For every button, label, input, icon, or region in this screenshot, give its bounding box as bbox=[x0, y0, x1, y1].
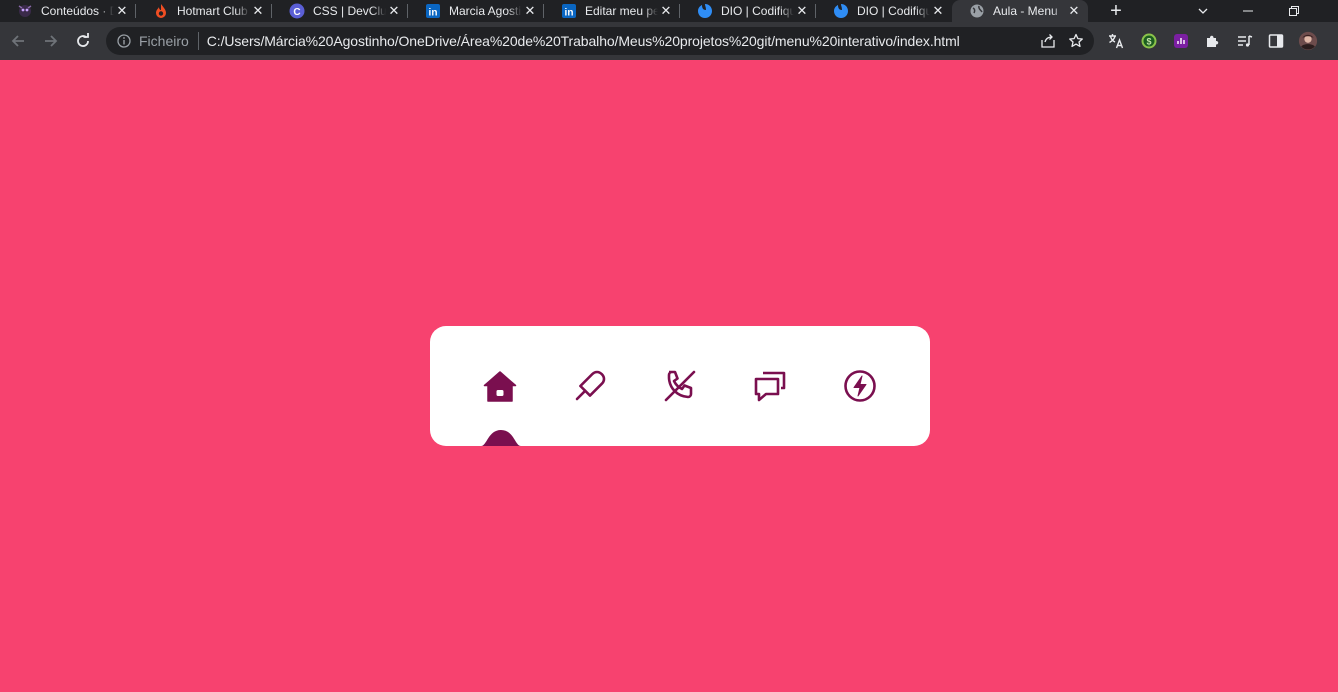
close-tab-icon[interactable]: ✕ bbox=[1066, 3, 1082, 19]
tab-title: DIO | Codifique bbox=[857, 4, 930, 18]
interactive-menu bbox=[430, 326, 930, 446]
tab-devclub[interactable]: C CSS | DevClub ✕ bbox=[272, 0, 408, 22]
address-bar[interactable]: Ficheiro C:/Users/Márcia%20Agostinho/One… bbox=[106, 27, 1094, 55]
arrow-right-icon bbox=[45, 35, 58, 47]
tab-aula-menu[interactable]: Aula - Menu ✕ bbox=[952, 0, 1088, 22]
tab-title: Hotmart Club bbox=[177, 4, 248, 18]
home-icon bbox=[483, 371, 517, 402]
close-tab-icon[interactable]: ✕ bbox=[386, 3, 402, 19]
star-icon bbox=[1069, 33, 1083, 48]
tab-title: Editar meu perfil bbox=[585, 4, 658, 18]
side-panel-button[interactable] bbox=[1266, 31, 1286, 51]
active-indicator bbox=[481, 430, 521, 446]
close-tab-icon[interactable]: ✕ bbox=[930, 3, 946, 19]
svg-text:$: $ bbox=[1146, 37, 1151, 47]
playlist-music-icon bbox=[1238, 35, 1253, 47]
globe-icon bbox=[969, 3, 985, 19]
back-button[interactable] bbox=[6, 29, 30, 53]
menu-item-energy[interactable] bbox=[840, 366, 880, 406]
tab-linkedin-profile[interactable]: in Marcia Agostinho ✕ bbox=[408, 0, 544, 22]
svg-text:C: C bbox=[293, 7, 300, 18]
dollar-coin-icon: $ bbox=[1141, 33, 1157, 49]
tab-search-button[interactable] bbox=[1180, 0, 1226, 22]
popsicle-icon bbox=[575, 370, 606, 401]
info-icon[interactable] bbox=[116, 33, 132, 49]
tab-title: DIO | Codifique bbox=[721, 4, 794, 18]
tab-linkedin-edit[interactable]: in Editar meu perfil ✕ bbox=[544, 0, 680, 22]
side-panel-icon bbox=[1268, 34, 1284, 48]
reload-button[interactable] bbox=[71, 29, 95, 53]
url-text[interactable]: C:/Users/Márcia%20Agostinho/OneDrive/Áre… bbox=[207, 33, 1034, 49]
new-tab-button[interactable]: + bbox=[1104, 0, 1128, 22]
menu-item-phone[interactable] bbox=[660, 366, 700, 406]
phone-off-icon bbox=[664, 370, 696, 402]
bolt-circle-icon bbox=[844, 370, 876, 402]
stats-extension-button[interactable] bbox=[1171, 31, 1191, 51]
tab-title: Aula - Menu bbox=[993, 4, 1058, 18]
close-tab-icon[interactable]: ✕ bbox=[250, 3, 266, 19]
extensions-button[interactable] bbox=[1203, 31, 1223, 51]
tab-title: CSS | DevClub bbox=[313, 4, 386, 18]
dio-drop-icon bbox=[697, 3, 713, 19]
share-button[interactable] bbox=[1034, 29, 1062, 53]
restore-button[interactable] bbox=[1271, 0, 1317, 22]
menu-item-chat[interactable] bbox=[750, 366, 790, 406]
omnibox-divider bbox=[197, 32, 199, 50]
linkedin-icon: in bbox=[425, 3, 441, 19]
share-icon bbox=[1041, 34, 1055, 48]
hotmart-flame-icon bbox=[153, 3, 169, 19]
avatar bbox=[1298, 31, 1318, 51]
minimize-button[interactable] bbox=[1225, 0, 1271, 22]
tab-strip: Conteúdos · DIO ✕ Hotmart Club ✕ C CSS |… bbox=[0, 0, 1338, 22]
dio-drop-icon bbox=[833, 3, 849, 19]
chat-bubbles-icon bbox=[754, 371, 786, 402]
tab-hotmart[interactable]: Hotmart Club ✕ bbox=[136, 0, 272, 22]
svg-text:in: in bbox=[565, 8, 574, 19]
reload-icon bbox=[77, 33, 89, 47]
translate-extension-button[interactable] bbox=[1106, 31, 1126, 51]
menu-item-home[interactable] bbox=[480, 366, 520, 406]
close-tab-icon[interactable]: ✕ bbox=[114, 3, 130, 19]
close-tab-icon[interactable]: ✕ bbox=[658, 3, 674, 19]
puzzle-icon bbox=[1207, 35, 1219, 47]
svg-text:in: in bbox=[429, 8, 438, 19]
arrow-left-icon bbox=[11, 35, 24, 47]
tab-title: Conteúdos · DIO bbox=[41, 4, 114, 18]
profile-button[interactable] bbox=[1298, 31, 1318, 51]
scheme-label: Ficheiro bbox=[139, 33, 189, 49]
menu-list bbox=[430, 326, 930, 446]
tab-dio-1[interactable]: DIO | Codifique ✕ bbox=[680, 0, 816, 22]
dio-skull-icon bbox=[17, 3, 33, 19]
minimize-icon bbox=[1243, 10, 1253, 12]
restore-icon bbox=[1289, 6, 1299, 16]
media-controls-button[interactable] bbox=[1235, 31, 1255, 51]
close-tab-icon[interactable]: ✕ bbox=[522, 3, 538, 19]
tab-dio-2[interactable]: DIO | Codifique ✕ bbox=[816, 0, 952, 22]
bookmark-button[interactable] bbox=[1062, 29, 1090, 53]
forward-button[interactable] bbox=[39, 29, 63, 53]
menu-item-popsicle[interactable] bbox=[570, 366, 610, 406]
browser-toolbar: Ficheiro C:/Users/Márcia%20Agostinho/One… bbox=[0, 22, 1338, 60]
bar-stats-icon bbox=[1174, 34, 1188, 48]
translate-icon bbox=[1109, 34, 1124, 49]
chevron-down-icon bbox=[1198, 8, 1208, 14]
tab-conteudos[interactable]: Conteúdos · DIO ✕ bbox=[0, 0, 136, 22]
money-extension-button[interactable]: $ bbox=[1139, 31, 1159, 51]
linkedin-icon: in bbox=[561, 3, 577, 19]
devclub-c-icon: C bbox=[289, 3, 305, 19]
tab-title: Marcia Agostinho bbox=[449, 4, 522, 18]
close-tab-icon[interactable]: ✕ bbox=[794, 3, 810, 19]
